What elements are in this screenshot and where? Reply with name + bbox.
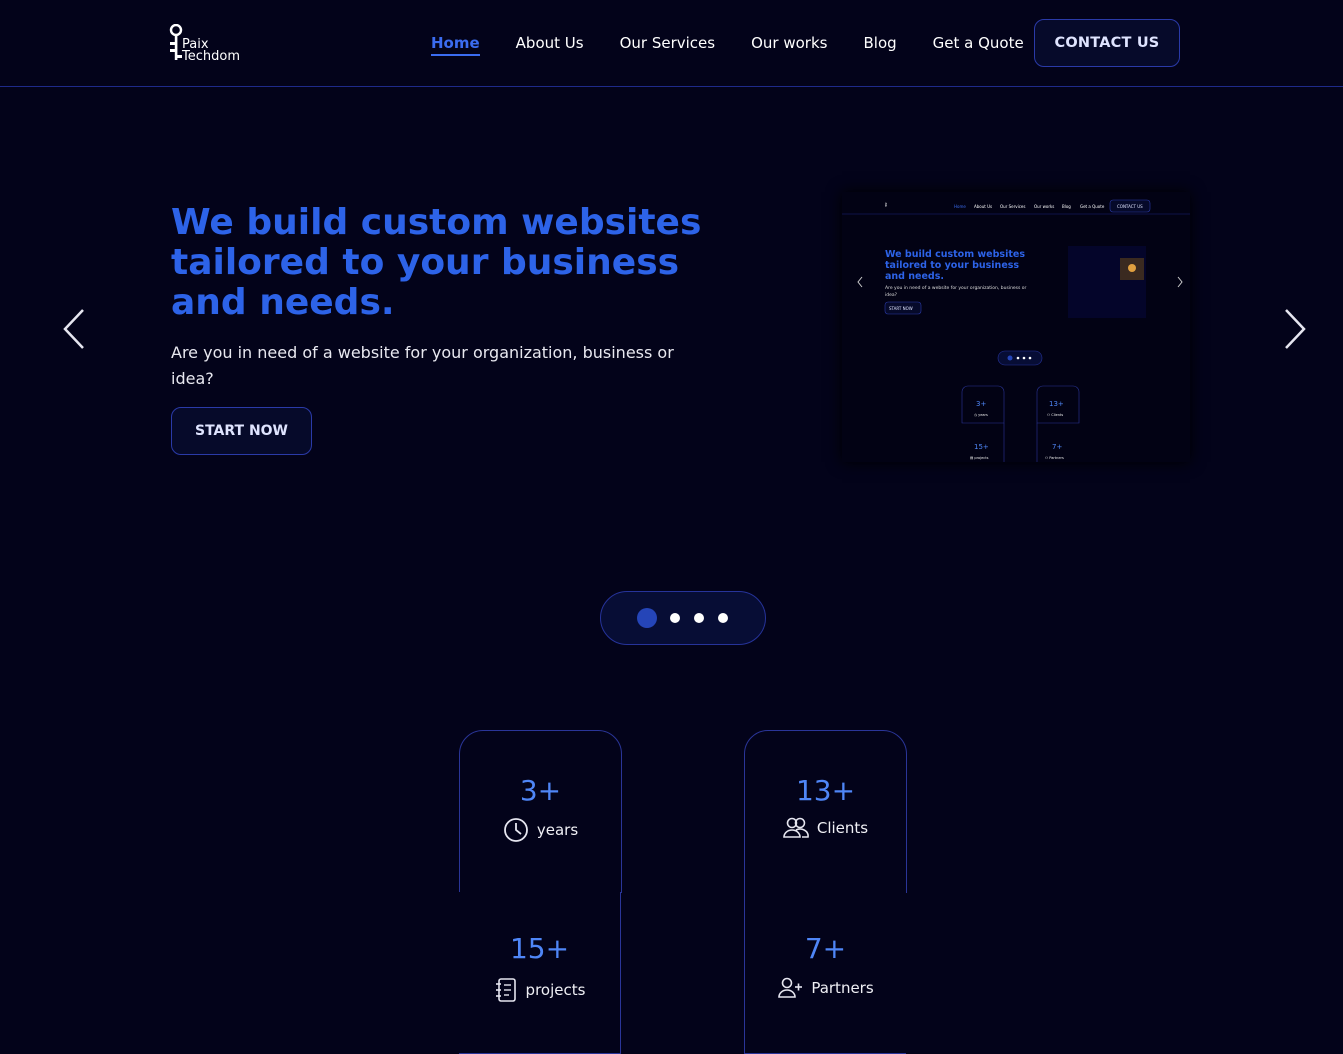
svg-text:Get a Quote: Get a Quote (1080, 204, 1105, 209)
stat-value: 3+ (519, 774, 562, 807)
svg-text:13+: 13+ (1049, 400, 1064, 408)
logo[interactable]: Paix Techdom (168, 24, 248, 64)
svg-text:idea?: idea? (885, 292, 898, 298)
stat-label: years (536, 821, 579, 839)
stat-card-partners: 7+ Partners (744, 892, 906, 1054)
svg-text:Our works: Our works (1034, 204, 1054, 209)
main-nav: Home About Us Our Services Our works Blo… (431, 34, 1024, 56)
nav-about-us[interactable]: About Us (516, 34, 584, 56)
stat-value: 7+ (804, 932, 847, 965)
svg-text:and needs.: and needs. (885, 271, 944, 282)
nav-our-works[interactable]: Our works (751, 34, 827, 56)
site-header: Paix Techdom Home About Us Our Services … (0, 0, 1343, 87)
clock-icon (503, 818, 528, 842)
hero-preview-image: ⚷ Home About Us Our Services Our works B… (842, 192, 1190, 462)
svg-text:⚇ Clients: ⚇ Clients (1047, 413, 1063, 417)
svg-text:Are you in need of a website f: Are you in need of a website for your or… (885, 285, 1027, 291)
hero-subtitle: Are you in need of a website for your or… (171, 343, 674, 388)
prev-slide-arrow-icon[interactable] (61, 306, 91, 352)
stat-label: Partners (811, 979, 874, 997)
stat-card-clients: 13+ Clients (744, 730, 907, 893)
svg-text:START NOW: START NOW (889, 306, 913, 311)
start-now-button[interactable]: START NOW (171, 407, 312, 455)
next-slide-arrow-icon[interactable] (1278, 306, 1308, 352)
nav-our-services[interactable]: Our Services (620, 34, 716, 56)
svg-text:CONTACT US: CONTACT US (1117, 204, 1143, 209)
svg-text:About Us: About Us (974, 204, 992, 209)
carousel-dot-3[interactable] (694, 613, 704, 623)
notebook-icon (495, 978, 516, 1002)
nav-get-a-quote[interactable]: Get a Quote (933, 34, 1024, 56)
stat-value: 13+ (795, 774, 856, 807)
svg-text:⚷: ⚷ (884, 202, 888, 208)
stat-label: projects (525, 981, 586, 999)
svg-text:15+: 15+ (974, 443, 989, 451)
carousel-dot-1[interactable] (637, 608, 657, 628)
carousel-indicators (600, 591, 766, 645)
svg-text:We build custom websites: We build custom websites (885, 249, 1025, 260)
svg-text:7+: 7+ (1052, 443, 1062, 451)
website-preview-graphic: ⚷ Home About Us Our Services Our works B… (842, 192, 1190, 462)
users-icon (783, 817, 809, 838)
svg-text:3+: 3+ (976, 400, 986, 408)
svg-text:Blog: Blog (1062, 204, 1071, 209)
stat-value: 15+ (509, 932, 570, 965)
nav-blog[interactable]: Blog (863, 34, 896, 56)
svg-text:tailored to your business: tailored to your business (885, 260, 1019, 271)
stat-card-years: 3+ years (459, 730, 622, 893)
svg-text:Our Services: Our Services (1000, 204, 1025, 209)
stat-card-projects: 15+ projects (459, 892, 621, 1054)
carousel-dot-2[interactable] (670, 613, 680, 623)
user-plus-icon (778, 977, 803, 998)
nav-home[interactable]: Home (431, 34, 480, 56)
logo-line2: Techdom (182, 49, 240, 64)
svg-text:▤ projects: ▤ projects (970, 456, 989, 460)
hero-title: We build custom websites tailored to you… (171, 202, 702, 323)
carousel-dot-4[interactable] (718, 613, 728, 623)
contact-us-button[interactable]: CONTACT US (1034, 19, 1180, 67)
svg-text:Home: Home (954, 204, 966, 209)
svg-text:⚇ Partners: ⚇ Partners (1045, 456, 1064, 460)
stat-label: Clients (816, 819, 869, 837)
svg-text:◷ years: ◷ years (974, 413, 988, 417)
